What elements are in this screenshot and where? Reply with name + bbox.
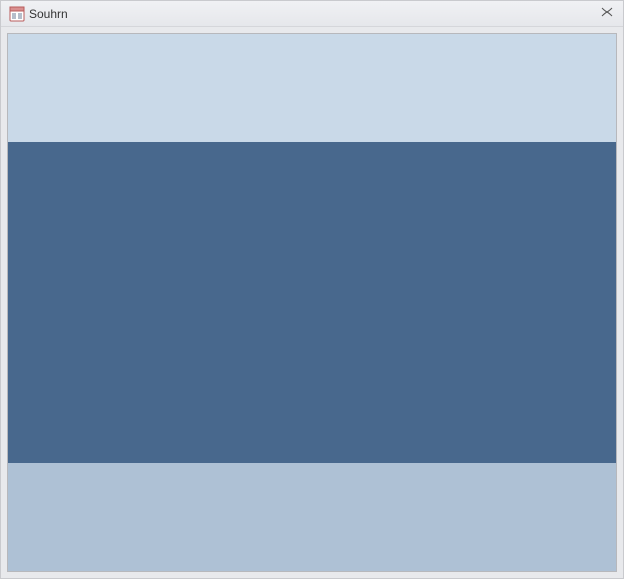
- form-header-band: [8, 34, 616, 142]
- content-frame: [7, 33, 617, 572]
- window: Souhrn: [1, 1, 623, 578]
- form-footer-band: [8, 463, 616, 571]
- close-icon: [601, 6, 613, 20]
- form-icon: [9, 6, 25, 22]
- close-button[interactable]: [597, 5, 617, 21]
- form-detail-band: [8, 142, 616, 463]
- titlebar[interactable]: Souhrn: [1, 1, 623, 27]
- window-title: Souhrn: [29, 7, 68, 21]
- client-area: [1, 27, 623, 578]
